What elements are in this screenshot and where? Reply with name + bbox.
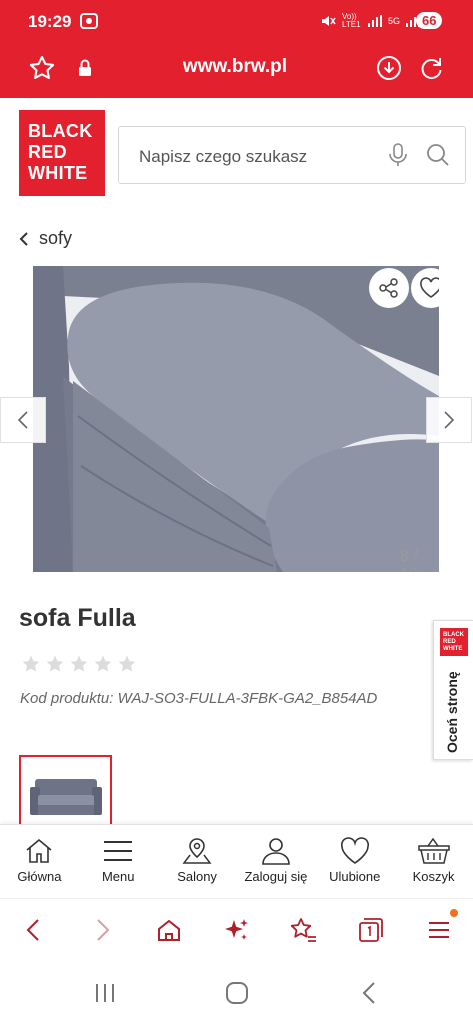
tabs-icon <box>359 918 383 942</box>
hamburger-icon <box>429 922 449 938</box>
search-placeholder: Napisz czego szukasz <box>139 147 308 166</box>
heart-icon <box>420 277 439 298</box>
download-icon[interactable] <box>375 54 403 87</box>
home-icon <box>158 919 180 941</box>
notification-dot <box>450 909 458 917</box>
product-gallery[interactable]: 8 / 10 <box>33 266 439 572</box>
mini-logo-line-2: RED <box>443 639 456 645</box>
status-bar: 19:29 Vo)) LTE1 5G 66 <box>0 0 473 44</box>
star-icon[interactable] <box>93 654 113 674</box>
logo-line-2: RED <box>28 142 67 162</box>
microphone-icon[interactable] <box>387 142 409 173</box>
signal-text-2: 5G <box>388 16 401 26</box>
chevron-left-icon <box>362 982 375 1004</box>
url-text[interactable]: www.brw.pl <box>120 56 350 78</box>
share-button[interactable] <box>369 268 409 308</box>
browser-forward-button[interactable] <box>88 915 118 945</box>
nav-login[interactable]: Zaloguj się <box>236 825 315 898</box>
star-icon[interactable] <box>69 654 89 674</box>
nav-favorites-label: Ulubione <box>329 869 381 884</box>
chevron-left-icon <box>17 411 28 429</box>
search-input[interactable]: Napisz czego szukasz <box>118 126 466 184</box>
nav-home[interactable]: Główna <box>0 825 79 898</box>
system-nav-bar <box>0 960 473 1024</box>
star-icon[interactable] <box>45 654 65 674</box>
nav-favorites[interactable]: Ulubione <box>315 825 394 898</box>
browser-menu-button[interactable] <box>424 915 454 945</box>
star-icon[interactable] <box>117 654 137 674</box>
browser-toolbar <box>0 898 473 960</box>
mute-icon <box>322 16 336 26</box>
status-icons: Vo)) LTE1 5G <box>320 12 421 29</box>
gallery-next-button[interactable] <box>426 397 472 443</box>
nav-home-label: Główna <box>17 869 62 884</box>
bookmark-star-icon <box>290 918 316 942</box>
browser-home-button[interactable] <box>154 915 184 945</box>
heart-icon <box>340 837 369 864</box>
rating-stars[interactable] <box>21 654 137 674</box>
signal-icon <box>368 15 382 27</box>
battery-badge: 66 <box>416 12 443 29</box>
browser-tabs-button[interactable] <box>356 915 386 945</box>
user-icon <box>262 838 290 865</box>
breadcrumb[interactable]: sofy <box>19 228 72 249</box>
chevron-left-icon <box>19 231 28 246</box>
breadcrumb-label: sofy <box>39 228 73 248</box>
gallery-thumbnail[interactable] <box>19 755 112 829</box>
site-bottom-nav: Główna Menu Salony Zaloguj się Ulubione … <box>0 824 473 898</box>
rate-page-tab[interactable]: BLACK RED WHITE Oceń stronę <box>433 620 473 760</box>
thumbnail-image <box>21 757 110 827</box>
recent-apps-icon <box>96 984 114 1002</box>
bookmark-star-icon[interactable] <box>28 54 56 87</box>
status-time: 19:29 <box>28 12 72 31</box>
mini-logo-line-1: BLACK <box>443 632 464 638</box>
nav-login-label: Zaloguj się <box>244 869 308 884</box>
rate-tab-label: Oceń stronę <box>444 671 460 753</box>
nav-menu[interactable]: Menu <box>79 825 158 898</box>
logo-line-1: BLACK <box>28 121 93 141</box>
browser-bookmarks-button[interactable] <box>288 915 318 945</box>
reload-icon[interactable] <box>418 54 446 87</box>
browser-ai-button[interactable] <box>222 915 252 945</box>
nav-cart-label: Koszyk <box>412 869 455 884</box>
nav-stores[interactable]: Salony <box>158 825 237 898</box>
lock-icon[interactable] <box>77 58 93 83</box>
logo-line-3: WHITE <box>28 163 88 183</box>
chevron-right-icon <box>97 919 110 941</box>
brand-logo[interactable]: BLACK RED WHITE <box>19 110 105 196</box>
home-button[interactable] <box>222 980 252 1006</box>
product-code: Kod produktu: WAJ-SO3-FULLA-3FBK-GA2_B85… <box>20 690 378 707</box>
product-image <box>33 266 439 572</box>
url-bar: www.brw.pl <box>0 44 473 98</box>
search-icon[interactable] <box>425 142 451 173</box>
browser-top-bar: 19:29 Vo)) LTE1 5G 66 www.brw.pl <box>0 0 473 98</box>
browser-back-button[interactable] <box>18 915 48 945</box>
nav-cart[interactable]: Koszyk <box>394 825 473 898</box>
star-icon[interactable] <box>21 654 41 674</box>
map-pin-icon <box>182 838 212 864</box>
gallery-prev-button[interactable] <box>0 397 46 443</box>
nav-stores-label: Salony <box>177 869 217 884</box>
recent-apps-button[interactable] <box>90 980 120 1006</box>
product-title: sofa Fulla <box>19 604 136 632</box>
screen-record-icon <box>80 13 98 29</box>
sparkle-icon <box>225 919 248 940</box>
back-button[interactable] <box>354 980 384 1006</box>
chevron-right-icon <box>444 411 455 429</box>
hamburger-icon <box>104 841 133 861</box>
nav-menu-label: Menu <box>101 869 135 884</box>
basket-icon <box>417 837 450 864</box>
home-circle-icon <box>226 982 248 1004</box>
gallery-counter: 8 / 10 <box>400 548 418 572</box>
share-icon <box>379 278 398 298</box>
mini-logo-line-3: WHITE <box>443 646 463 652</box>
home-icon <box>26 838 52 863</box>
rate-tab-logo: BLACK RED WHITE <box>440 628 468 656</box>
chevron-left-icon <box>26 919 39 941</box>
signal-text-1: Vo)) LTE1 <box>342 12 361 29</box>
